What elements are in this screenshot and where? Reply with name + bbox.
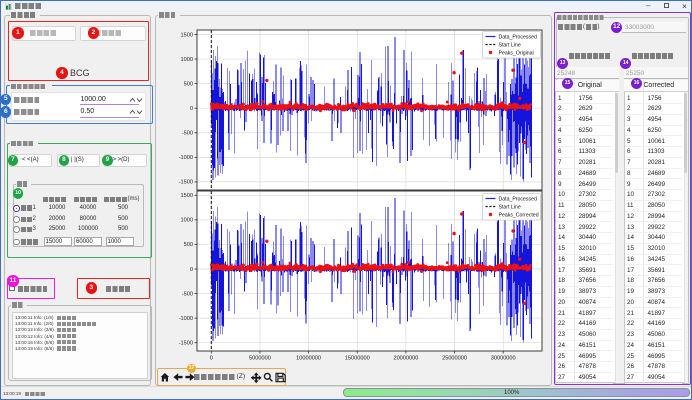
svg-text:Start Line: Start Line	[499, 42, 521, 48]
svg-text:Data_Processed: Data_Processed	[499, 34, 537, 40]
svg-text:Peaks_Corrected: Peaks_Corrected	[499, 212, 539, 218]
svg-text:Start Line: Start Line	[499, 204, 521, 210]
svg-text:500: 500	[184, 242, 193, 248]
svg-text:5000000: 5000000	[249, 356, 271, 362]
svg-text:0: 0	[190, 106, 193, 112]
svg-text:0: 0	[190, 267, 193, 273]
svg-text:-500: -500	[182, 291, 193, 297]
svg-text:Peaks_Original: Peaks_Original	[499, 50, 534, 56]
svg-text:25000000: 25000000	[442, 356, 467, 362]
svg-text:1500: 1500	[181, 32, 193, 38]
svg-text:20000000: 20000000	[393, 356, 418, 362]
svg-text:-1500: -1500	[179, 341, 193, 347]
svg-text:1500: 1500	[181, 193, 193, 199]
svg-text:500: 500	[184, 81, 193, 87]
svg-text:10000000: 10000000	[296, 356, 321, 362]
svg-text:0: 0	[210, 356, 213, 362]
svg-text:30000000: 30000000	[491, 356, 516, 362]
svg-text:-1500: -1500	[179, 180, 193, 186]
svg-text:-1000: -1000	[179, 316, 193, 322]
svg-text:-500: -500	[182, 131, 193, 137]
svg-text:1000: 1000	[181, 57, 193, 63]
svg-text:Data_Processed: Data_Processed	[499, 196, 537, 202]
svg-text:15000000: 15000000	[345, 356, 370, 362]
svg-text:-1000: -1000	[179, 155, 193, 161]
svg-text:1000: 1000	[181, 218, 193, 224]
